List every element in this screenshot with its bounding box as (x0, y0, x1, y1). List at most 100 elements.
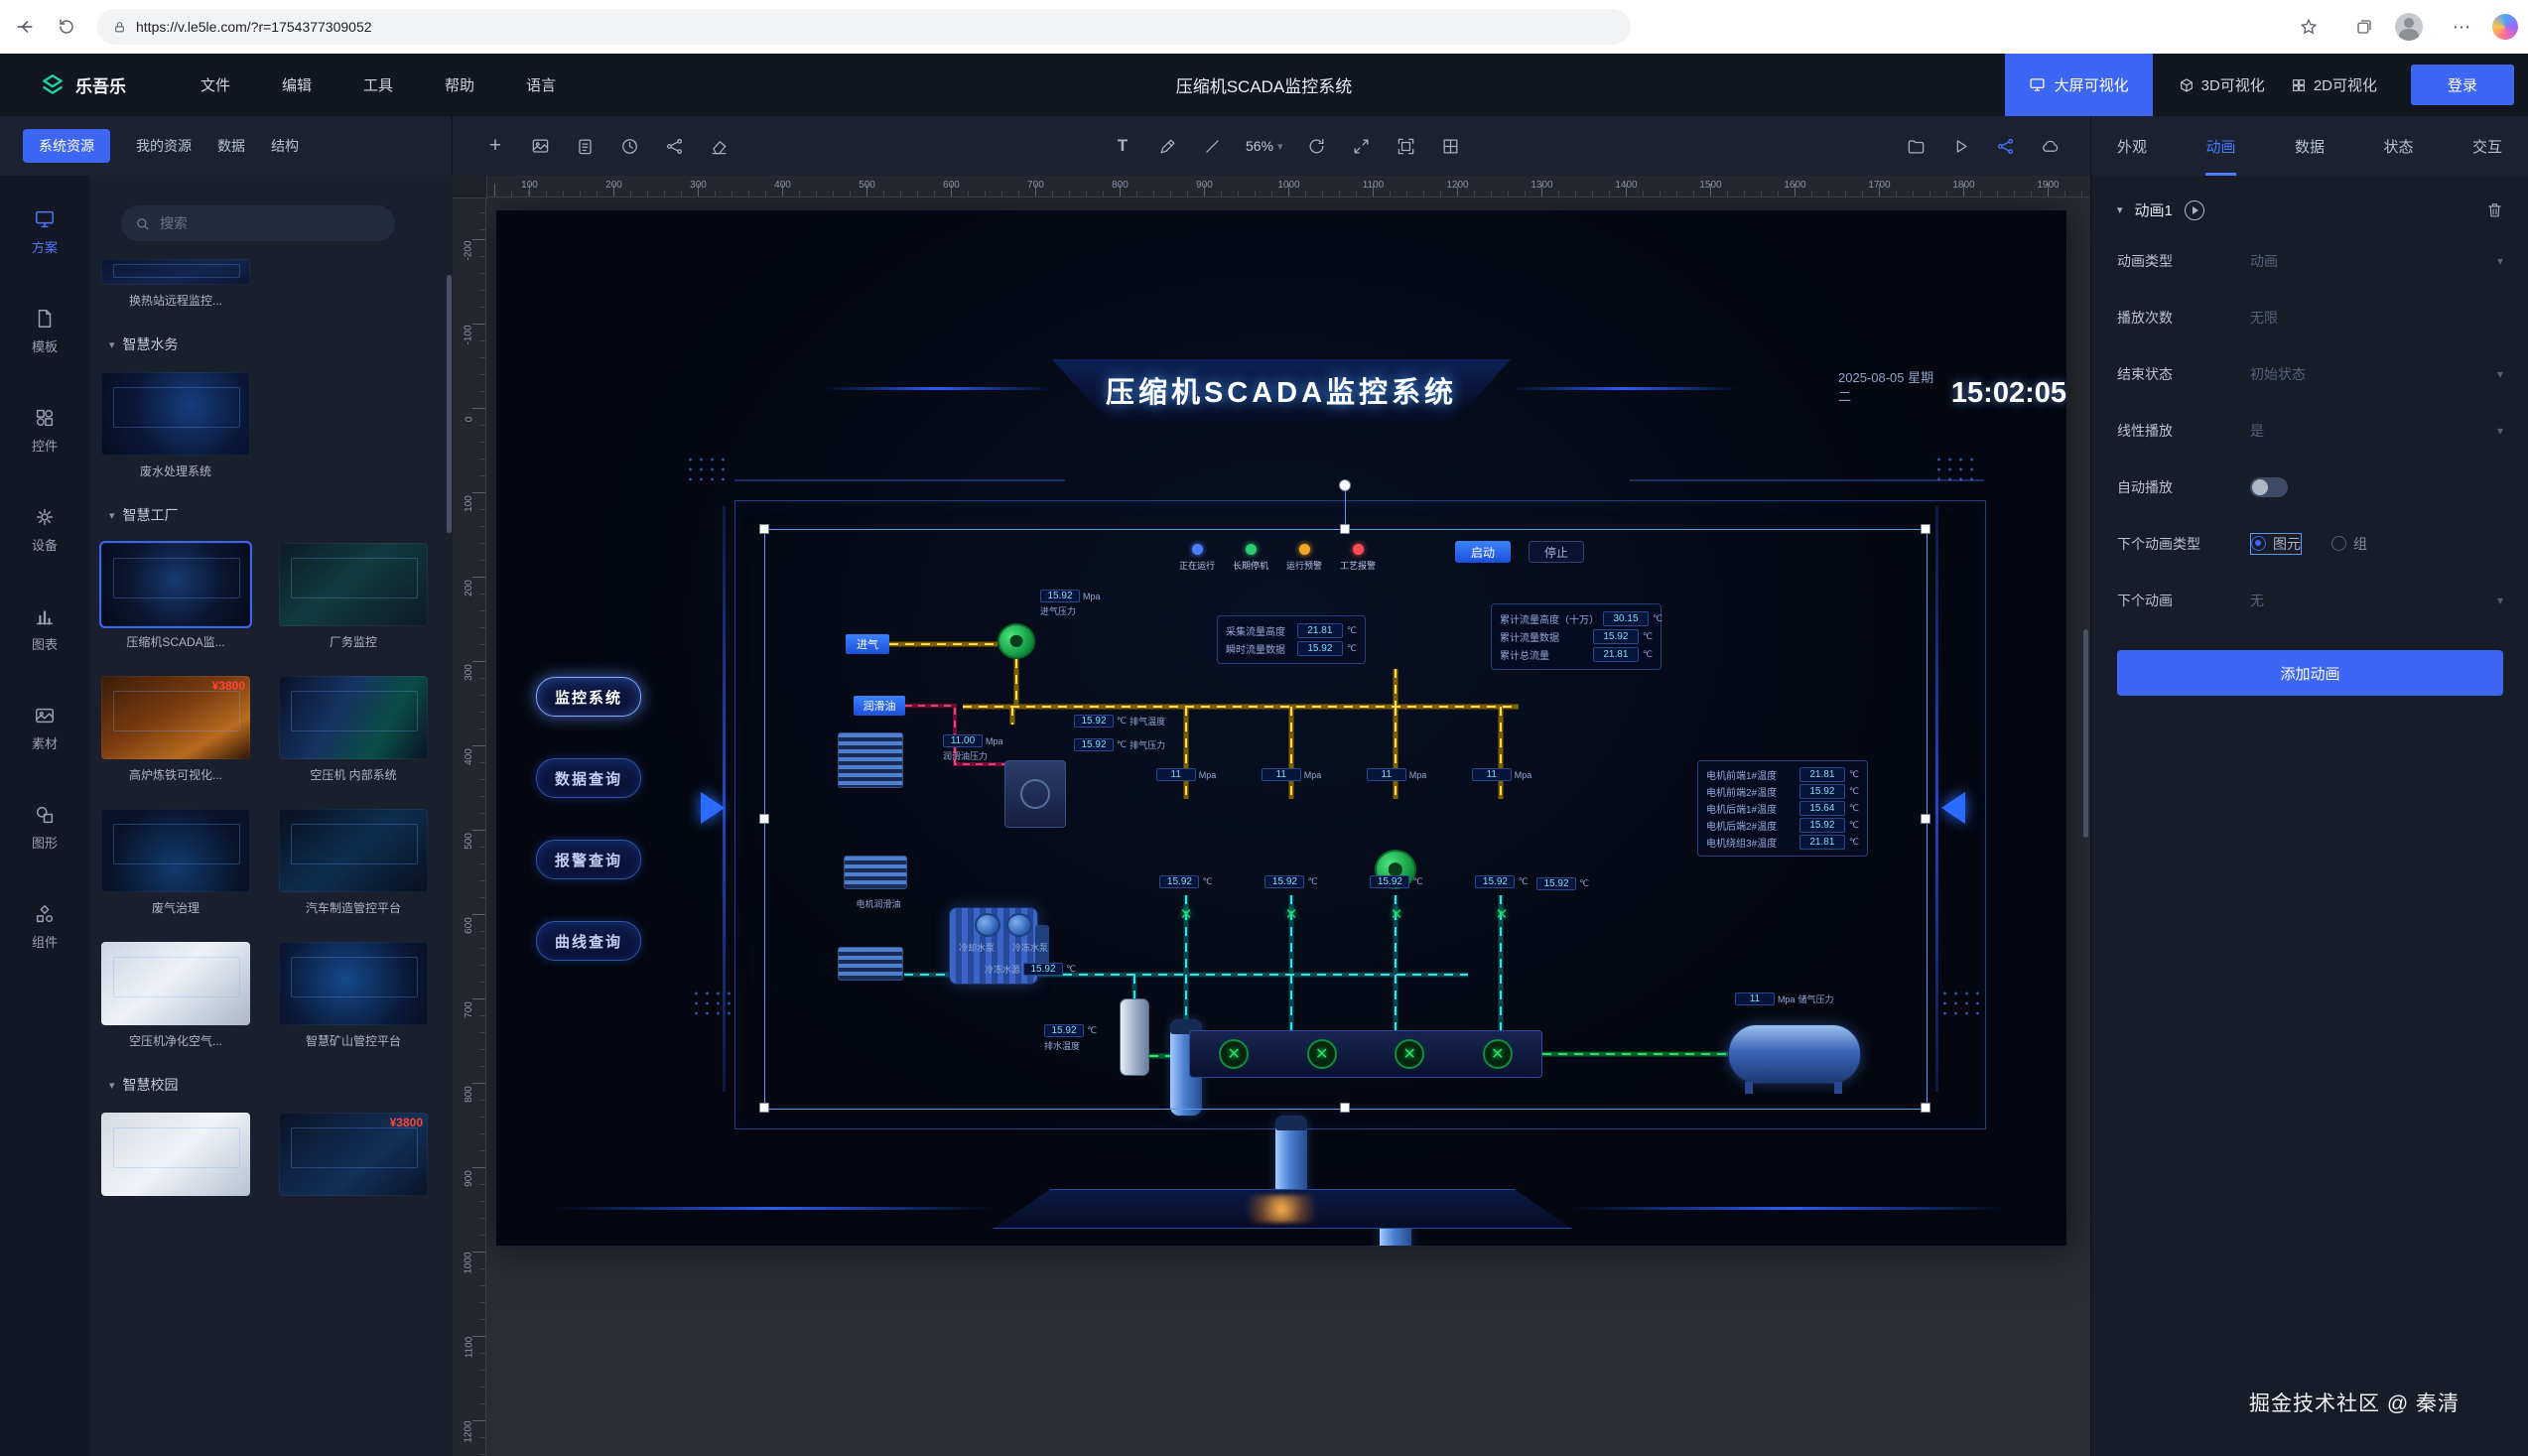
library-item[interactable] (101, 1113, 250, 1196)
section-header-water[interactable]: ▾智慧水务 (109, 334, 453, 354)
url-text[interactable]: https://v.le5le.com/?r=1754377309052 (136, 19, 372, 35)
frame-icon[interactable] (1396, 135, 1417, 157)
search-input[interactable] (158, 214, 360, 232)
preview-play-icon[interactable] (1949, 135, 1971, 157)
page-arrow-right-icon[interactable] (1941, 792, 1965, 824)
share-icon[interactable] (1994, 135, 2016, 157)
browser-back-button[interactable] (8, 10, 42, 44)
thumbnail[interactable] (279, 942, 428, 1025)
rail-item-components[interactable]: 组件 (0, 884, 89, 970)
canvas-scrollbar[interactable] (2083, 629, 2088, 838)
thumbnail[interactable]: ¥3800 (279, 1113, 428, 1196)
chevron-down-icon[interactable]: ▾ (2497, 594, 2503, 607)
text-tool-icon[interactable]: T (1112, 135, 1133, 157)
app-logo[interactable]: 乐吾乐 (40, 72, 126, 98)
delete-animation-icon[interactable] (2486, 201, 2503, 218)
library-item[interactable]: 厂务监控 (279, 543, 428, 650)
thumbnail[interactable] (101, 809, 250, 892)
play-animation-icon[interactable] (2185, 200, 2204, 220)
line-tool-icon[interactable] (1201, 135, 1223, 157)
add-animation-button[interactable]: 添加动画 (2117, 650, 2503, 696)
image-icon[interactable] (529, 135, 551, 157)
rotation-handle[interactable] (1339, 479, 1351, 491)
selection-handle-s[interactable] (1340, 1103, 1350, 1113)
chevron-down-icon[interactable]: ▾ (2117, 203, 2123, 216)
connection-nodes-icon[interactable] (663, 135, 685, 157)
profile-avatar[interactable] (2395, 13, 2423, 41)
selection-box[interactable] (764, 529, 1928, 1110)
selection-handle-sw[interactable] (759, 1103, 769, 1113)
eraser-icon[interactable] (708, 135, 730, 157)
rail-item-charts[interactable]: 图表 (0, 587, 89, 672)
tab-system-resources[interactable]: 系统资源 (23, 129, 110, 163)
chevron-down-icon[interactable]: ▾ (2497, 424, 2503, 438)
selection-handle-ne[interactable] (1921, 524, 1930, 534)
header-menu-item[interactable]: 语言 (526, 74, 556, 95)
library-item[interactable]: ¥3800 (279, 1113, 428, 1196)
fit-screen-icon[interactable] (1351, 135, 1373, 157)
login-button[interactable]: 登录 (2411, 65, 2514, 105)
header-menu-item[interactable]: 文件 (200, 74, 230, 95)
header-menu-item[interactable]: 工具 (363, 74, 393, 95)
clipboard-icon[interactable] (574, 135, 596, 157)
tab-appearance[interactable]: 外观 (2117, 116, 2147, 176)
thumbnail[interactable] (101, 942, 250, 1025)
viz-3d-button[interactable]: 3D可视化 (2179, 74, 2265, 95)
rail-item-template[interactable]: 模板 (0, 289, 89, 374)
thumbnail[interactable] (101, 372, 250, 456)
tab-structure[interactable]: 结构 (271, 136, 299, 156)
clock-icon[interactable] (618, 135, 640, 157)
rail-item-scheme[interactable]: 方案 (0, 190, 89, 275)
library-item[interactable]: ¥3800 高炉炼铁可视化... (101, 676, 250, 783)
viz-2d-button[interactable]: 2D可视化 (2291, 74, 2377, 95)
selection-handle-nw[interactable] (759, 524, 769, 534)
scada-menu-button[interactable]: 监控系统 (536, 677, 641, 717)
library-item-selected[interactable]: 压缩机SCADA监... (101, 543, 250, 650)
header-menu-item[interactable]: 编辑 (282, 74, 312, 95)
rail-item-widgets[interactable]: 控件 (0, 388, 89, 473)
canvas-area[interactable]: 压缩机SCADA监控系统 2025-08-05 星期二 15:02:05 (453, 176, 2090, 1456)
library-item[interactable]: 智慧矿山管控平台 (279, 942, 428, 1049)
header-menu-item[interactable]: 帮助 (445, 74, 474, 95)
browser-refresh-button[interactable] (50, 10, 83, 44)
big-screen-button[interactable]: 大屏可视化 (2005, 54, 2153, 116)
search-box[interactable] (121, 205, 395, 241)
selection-handle-se[interactable] (1921, 1103, 1930, 1113)
thumbnail[interactable] (279, 809, 428, 892)
partial-top-item[interactable]: 换热站远程监控... (89, 259, 453, 309)
library-scrollbar[interactable] (447, 275, 452, 533)
rail-item-assets[interactable]: 素材 (0, 686, 89, 771)
rail-item-devices[interactable]: 设备 (0, 487, 89, 573)
pen-tool-icon[interactable] (1156, 135, 1178, 157)
section-header-campus[interactable]: ▾智慧校园 (109, 1075, 453, 1095)
chevron-down-icon[interactable]: ▾ (2497, 367, 2503, 381)
browser-more-menu-icon[interactable]: ⋯ (2445, 10, 2478, 44)
rotate-icon[interactable] (1306, 135, 1328, 157)
library-item[interactable]: 空压机 内部系统 (279, 676, 428, 783)
library-item[interactable]: 空压机净化空气... (101, 942, 250, 1049)
cloud-icon[interactable] (2039, 135, 2061, 157)
selection-handle-n[interactable] (1340, 524, 1350, 534)
scada-menu-button[interactable]: 报警查询 (536, 840, 641, 879)
selection-handle-w[interactable] (759, 814, 769, 824)
thumbnail[interactable] (101, 543, 250, 626)
scada-menu-button[interactable]: 数据查询 (536, 758, 641, 798)
favorites-star-icon[interactable] (2292, 10, 2326, 44)
rail-item-graphics[interactable]: 图形 (0, 785, 89, 870)
selection-handle-e[interactable] (1921, 814, 1930, 824)
zoom-level[interactable]: 56%▾ (1246, 138, 1283, 154)
address-bar[interactable]: https://v.le5le.com/?r=1754377309052 (97, 9, 1631, 45)
radio-pen-element[interactable]: 图元 (2250, 533, 2302, 555)
section-header-factory[interactable]: ▾智慧工厂 (109, 505, 453, 525)
add-icon[interactable]: + (484, 135, 506, 157)
library-item[interactable]: 废气治理 (101, 809, 250, 916)
copilot-icon[interactable] (2492, 14, 2518, 40)
thumbnail[interactable] (101, 259, 250, 285)
collections-icon[interactable] (2347, 10, 2381, 44)
horizontal-ruler[interactable]: 1002003004005006007008009001000110012001… (453, 176, 2090, 198)
thumbnail[interactable] (101, 1113, 250, 1196)
scada-menu-button[interactable]: 曲线查询 (536, 921, 641, 961)
folder-icon[interactable] (1905, 135, 1927, 157)
library-item[interactable]: 汽车制造管控平台 (279, 809, 428, 916)
autoplay-toggle[interactable] (2250, 477, 2288, 497)
